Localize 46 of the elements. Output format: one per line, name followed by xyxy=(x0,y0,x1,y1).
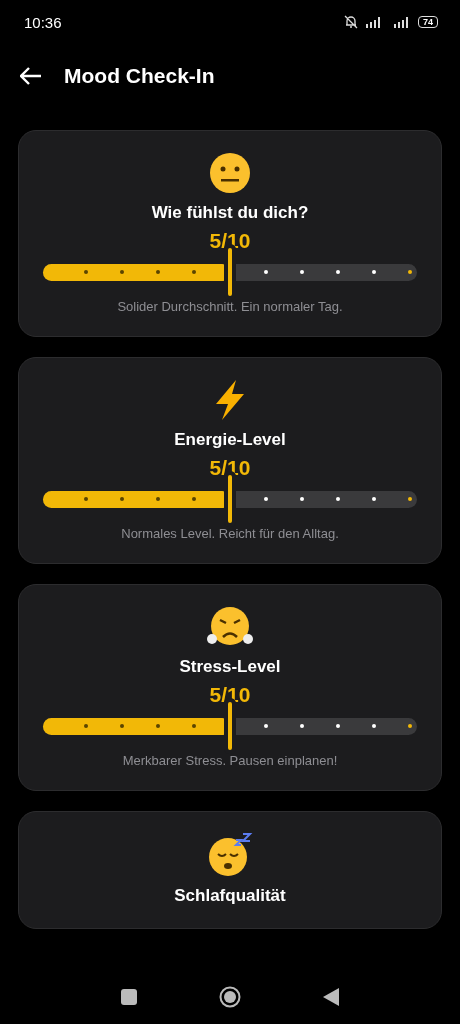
step-dot xyxy=(371,497,376,501)
step-dot xyxy=(156,724,161,728)
page-title: Mood Check-In xyxy=(64,64,215,88)
step-dot xyxy=(84,724,89,728)
step-dot xyxy=(371,270,376,274)
step-dot xyxy=(156,270,161,274)
step-dot xyxy=(192,497,197,501)
card-title: Stress-Level xyxy=(179,657,281,677)
step-dot xyxy=(299,724,304,728)
slider-track[interactable] xyxy=(43,490,417,508)
neutral-face-icon xyxy=(208,151,252,195)
step-dot xyxy=(407,270,412,274)
muted-bell-icon xyxy=(344,15,358,29)
step-dot xyxy=(407,497,412,501)
step-dot xyxy=(84,497,89,501)
step-dot xyxy=(299,270,304,274)
step-dot xyxy=(263,497,268,501)
step-dot xyxy=(335,270,340,274)
step-dot xyxy=(335,724,340,728)
step-dot xyxy=(192,270,197,274)
back-icon[interactable] xyxy=(323,988,339,1006)
slider-track[interactable] xyxy=(43,263,417,281)
step-dot xyxy=(120,724,125,728)
step-dot xyxy=(299,497,304,501)
card-title: Wie fühlst du dich? xyxy=(151,203,309,223)
step-dot xyxy=(120,270,125,274)
step-dot xyxy=(156,497,161,501)
slider-track[interactable] xyxy=(43,717,417,735)
step-dot xyxy=(120,497,125,501)
step-dot xyxy=(263,270,268,274)
step-dot xyxy=(84,270,89,274)
status-time: 10:36 xyxy=(24,13,62,31)
back-arrow-icon[interactable] xyxy=(20,67,42,85)
rating-description: Merkbarer Stress. Pausen einplanen! xyxy=(122,753,338,768)
sleeping-face-icon xyxy=(206,832,254,878)
card-title: Schlafqualität xyxy=(174,886,286,906)
home-icon[interactable] xyxy=(219,986,241,1008)
rating-description: Solider Durchschnitt. Ein normaler Tag. xyxy=(117,299,343,314)
battery-level: 74 xyxy=(418,16,438,28)
step-dot xyxy=(192,724,197,728)
card-title: Energie-Level xyxy=(174,430,286,450)
rating-description: Normales Level. Reicht für den Alltag. xyxy=(121,526,339,541)
step-dot xyxy=(407,724,412,728)
step-dot xyxy=(371,724,376,728)
step-dot xyxy=(335,497,340,501)
step-dot xyxy=(263,724,268,728)
